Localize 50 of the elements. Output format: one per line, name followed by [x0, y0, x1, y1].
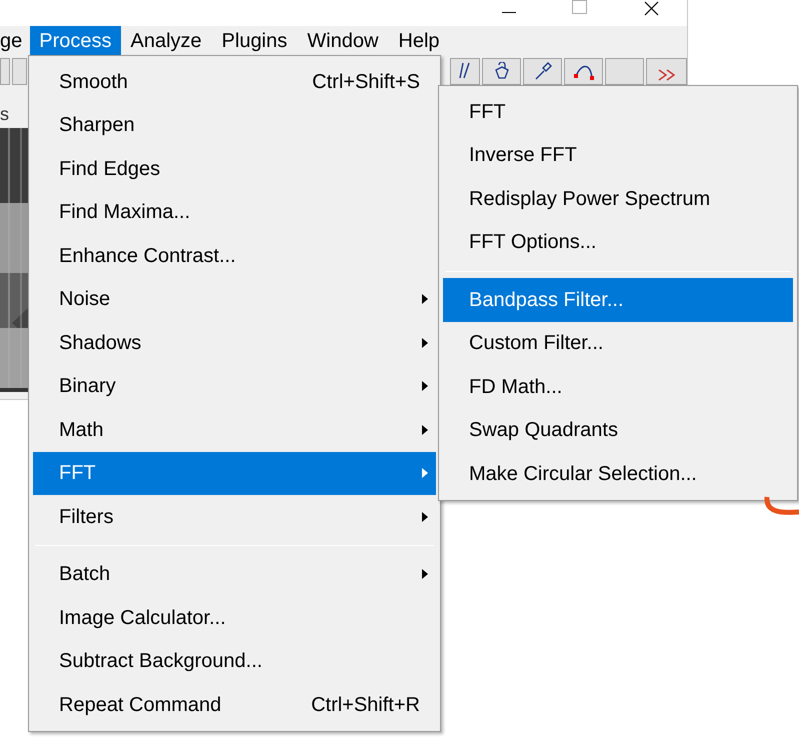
menu-item[interactable]: Image Calculator... [33, 596, 436, 640]
menu-bar-item[interactable]: Plugins [212, 26, 298, 55]
menu-item[interactable]: Subtract Background... [33, 640, 436, 683]
bucket-icon [492, 62, 510, 80]
toolbar-button[interactable] [523, 58, 562, 85]
menu-item[interactable]: Noise [33, 278, 436, 321]
brush-icon [458, 62, 472, 80]
submenu-arrow-icon [422, 381, 428, 392]
minimize-icon[interactable] [502, 12, 516, 14]
menu-item[interactable]: Custom Filter... [443, 322, 793, 365]
submenu-arrow-icon [422, 338, 428, 348]
menu-item[interactable]: FFT Options... [443, 220, 793, 264]
menu-item[interactable]: Make Circular Selection... [443, 452, 793, 496]
menu-item[interactable]: Redisplay Power Spectrum [443, 177, 793, 220]
menu-item[interactable]: Find Edges [33, 147, 436, 190]
toolbar-button[interactable] [482, 58, 521, 85]
menu-item[interactable]: Swap Quadrants [443, 408, 793, 452]
menu-item[interactable]: Bandpass Filter... [443, 278, 793, 322]
toolbar-button[interactable] [564, 58, 603, 85]
menu-bar-item[interactable]: Help [388, 26, 450, 55]
menu-bar-item[interactable]: Process [30, 26, 120, 55]
menu-item[interactable]: Batch [33, 552, 436, 596]
menu-bar-item[interactable]: Analyze [120, 26, 212, 55]
pen-stroke-drawing [764, 495, 799, 517]
submenu-arrow-icon [422, 512, 428, 522]
menu-item[interactable]: Enhance Contrast... [33, 234, 436, 278]
menu-bar-item[interactable]: Window [297, 26, 388, 55]
submenu-arrow-icon [422, 468, 428, 478]
menu-item[interactable]: Binary [33, 364, 436, 408]
submenu-arrow-icon [422, 569, 428, 580]
menu-item[interactable]: Find Maxima... [33, 190, 436, 234]
submenu-arrow-icon [422, 294, 428, 304]
menu-item[interactable]: Math [33, 408, 436, 452]
menu-item[interactable]: Repeat Command Ctrl+Shift+R [33, 683, 436, 726]
menu-item[interactable]: FD Math... [443, 365, 793, 408]
menu-item[interactable]: Sharpen [33, 104, 436, 147]
menu-item[interactable]: Smooth Ctrl+Shift+S [33, 60, 436, 104]
menu-item[interactable]: FFT [443, 90, 793, 134]
menu-item[interactable]: Shadows [33, 321, 436, 364]
toolbar-button[interactable] [450, 58, 480, 85]
close-icon[interactable] [644, 0, 659, 16]
menu-item[interactable]: FFT [33, 452, 436, 495]
menu-bar-item[interactable]: ge [0, 26, 30, 55]
pipette-icon [534, 62, 552, 80]
menu-item[interactable]: Filters [33, 495, 436, 538]
submenu-arrow-icon [422, 424, 428, 435]
toolbar-button[interactable] [646, 58, 687, 85]
status-text: s [0, 102, 9, 126]
menu-item[interactable]: Inverse FFT [443, 134, 793, 177]
double-chevron-icon [656, 69, 676, 81]
